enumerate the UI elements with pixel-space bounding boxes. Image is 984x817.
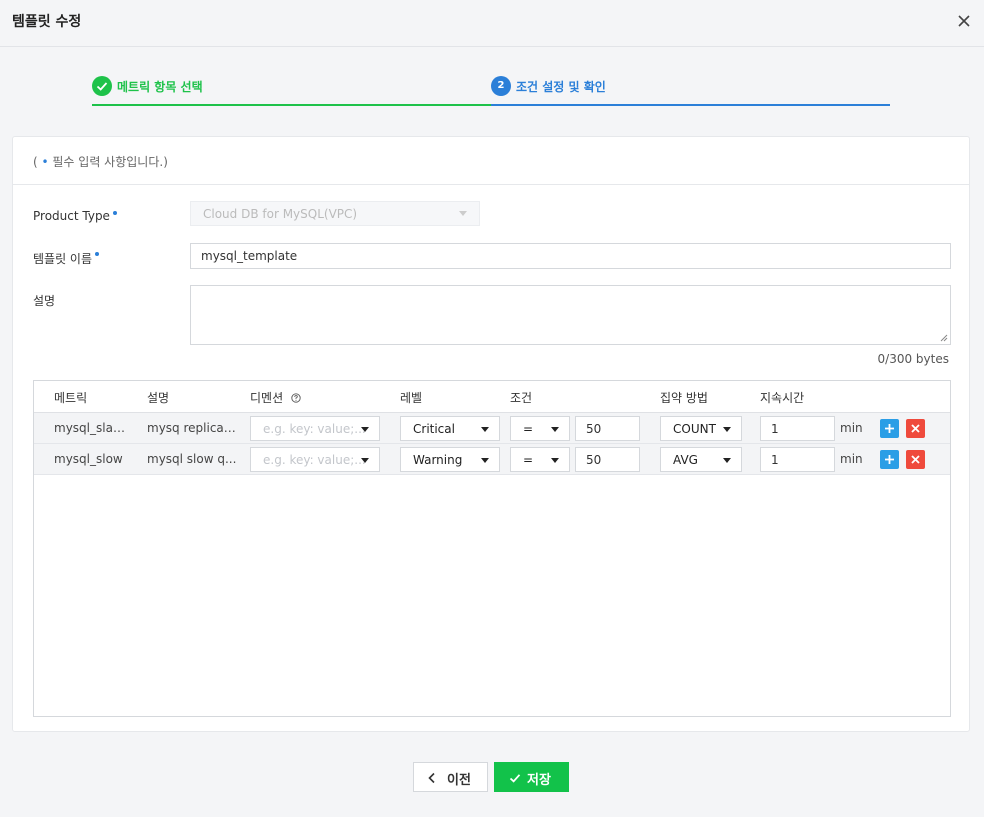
duration-unit: min [840, 452, 863, 466]
step-label: 메트릭 항목 선택 [117, 80, 203, 94]
delete-row-button[interactable] [906, 450, 925, 469]
description-label: 설명 [33, 294, 56, 308]
byte-counter: 0/300 bytes [877, 352, 949, 366]
close-icon[interactable] [956, 13, 972, 29]
check-circle-icon [92, 76, 112, 96]
plus-icon [885, 455, 894, 464]
level-select[interactable]: Warning [400, 447, 500, 472]
caret-down-icon [481, 458, 489, 463]
caret-down-icon [723, 427, 731, 432]
step-label: 조건 설정 및 확인 [516, 80, 606, 94]
chevron-left-icon [428, 772, 435, 784]
duration-input[interactable]: 1 [760, 416, 835, 441]
table-row: mysql_slav... mysq replicati... e.g. key… [34, 413, 950, 444]
operator-select[interactable]: = [510, 416, 570, 441]
step-number: 2 [491, 76, 511, 96]
col-header-metric: 메트릭 [54, 391, 88, 405]
close-icon [911, 455, 920, 464]
caret-down-icon [723, 458, 731, 463]
add-row-button[interactable] [880, 450, 899, 469]
metric-description: mysql slow q... [147, 452, 237, 466]
close-icon [911, 424, 920, 433]
step-metric-select[interactable]: 메트릭 항목 선택 [92, 72, 491, 106]
required-note: ( • 필수 입력 사항입니다.) [33, 155, 168, 169]
col-header-dimension: 디멘션 [250, 389, 301, 406]
col-header-condition: 조건 [510, 391, 533, 405]
delete-row-button[interactable] [906, 419, 925, 438]
duration-unit: min [840, 421, 863, 435]
dimension-select[interactable]: e.g. key: value;... [250, 447, 380, 472]
col-header-aggregation: 집약 방법 [660, 391, 708, 405]
check-icon [509, 774, 521, 783]
caret-down-icon [361, 458, 369, 463]
caret-down-icon [361, 427, 369, 432]
product-type-select: Cloud DB for MySQL(VPC) [190, 201, 480, 226]
resize-grip-icon[interactable] [940, 334, 948, 342]
metric-condition-table: 메트릭 설명 디멘션 레벨 조건 집약 방법 지속시간 mysql_slav..… [33, 380, 951, 717]
level-select[interactable]: Critical [400, 416, 500, 441]
required-dot-icon [112, 211, 117, 215]
prev-button[interactable]: 이전 [413, 762, 488, 792]
aggregation-select[interactable]: AVG [660, 447, 742, 472]
stepper: 메트릭 항목 선택 2 조건 설정 및 확인 [92, 72, 890, 106]
metric-description: mysq replicati... [147, 421, 237, 435]
aggregation-select[interactable]: COUNT [660, 416, 742, 441]
threshold-input[interactable]: 50 [575, 447, 640, 472]
col-header-description: 설명 [147, 391, 170, 405]
caret-down-icon [551, 427, 559, 432]
duration-input[interactable]: 1 [760, 447, 835, 472]
form-panel: ( • 필수 입력 사항입니다.) Product Type Cloud DB … [12, 136, 970, 732]
chevron-down-icon [459, 211, 467, 216]
required-dot-icon [95, 252, 100, 256]
caret-down-icon [481, 427, 489, 432]
operator-select[interactable]: = [510, 447, 570, 472]
modal-header: 템플릿 수정 [0, 0, 984, 47]
template-name-input[interactable]: mysql_template [190, 243, 951, 269]
divider [13, 184, 969, 185]
step-condition-setup[interactable]: 2 조건 설정 및 확인 [491, 72, 890, 106]
template-name-label: 템플릿 이름 [33, 250, 100, 267]
metric-name: mysql_slow [54, 452, 123, 466]
add-row-button[interactable] [880, 419, 899, 438]
table-row: mysql_slow mysql slow q... e.g. key: val… [34, 444, 950, 475]
save-button[interactable]: 저장 [494, 762, 569, 792]
threshold-input[interactable]: 50 [575, 416, 640, 441]
caret-down-icon [551, 458, 559, 463]
modal-title: 템플릿 수정 [12, 14, 82, 30]
description-textarea[interactable] [190, 285, 951, 345]
plus-icon [885, 424, 894, 433]
metric-name: mysql_slav... [54, 421, 126, 435]
question-circle-icon[interactable] [291, 393, 301, 403]
product-type-label: Product Type [33, 209, 117, 223]
col-header-duration: 지속시간 [760, 391, 805, 405]
dimension-select[interactable]: e.g. key: value;... [250, 416, 380, 441]
col-header-level: 레벨 [400, 391, 423, 405]
